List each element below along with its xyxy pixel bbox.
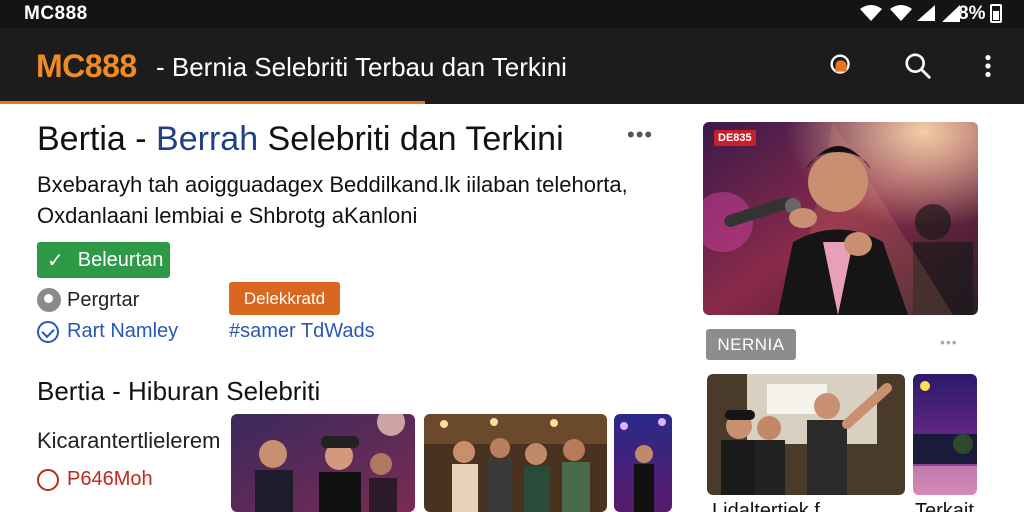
follow-button-label: Beleurtan: [77, 248, 164, 271]
battery-percentage: 8%: [958, 3, 986, 24]
category-tag[interactable]: NERNIA: [706, 329, 796, 360]
thumbnail-crowd[interactable]: [424, 414, 607, 512]
page-title: - Bernia Selebriti Terbau dan Terkini: [156, 52, 567, 82]
thumbnail-night-venue[interactable]: [913, 374, 977, 495]
app-bar: MC888 - Bernia Selebriti Terbau dan Terk…: [0, 28, 1024, 104]
carrier-label: MC888: [24, 3, 88, 24]
verified-name: Rart Namley: [67, 320, 179, 342]
check-icon: ✓: [47, 249, 64, 272]
author-row[interactable]: Pergrtar: [37, 288, 139, 312]
wifi-icon: [860, 4, 882, 22]
section-title: Bertia - Hiburan Selebriti: [37, 376, 321, 406]
live-row[interactable]: P646Moh: [37, 468, 153, 491]
wifi-icon-2: [890, 4, 912, 22]
author-name: Pergrtar: [67, 288, 140, 311]
cell-signal-icon: [915, 4, 937, 22]
live-label: P646Moh: [67, 468, 153, 490]
hero-badge: DE835: [714, 130, 756, 146]
notification-icon[interactable]: [826, 50, 858, 82]
article-more-button[interactable]: •••: [627, 122, 653, 148]
verified-row[interactable]: Rart Namley: [37, 320, 178, 343]
headline-highlight: Berrah: [156, 120, 259, 158]
thumbnail-caption-right: Terkait: [915, 500, 974, 512]
thumbnail-concert-1[interactable]: [231, 414, 415, 512]
section-subtitle: Kicarantertlielerem: [37, 428, 221, 453]
hero-image-singer[interactable]: DE835: [703, 122, 978, 315]
headline-suffix: Selebriti dan Terkini: [258, 120, 564, 158]
article-headline[interactable]: Bertia - Berrah Selebriti dan Terkini: [37, 120, 564, 159]
search-icon[interactable]: [902, 50, 934, 82]
thumbnail-stage[interactable]: [614, 414, 672, 512]
hashtag-link[interactable]: #samer TdWads: [229, 320, 375, 343]
thumbnail-caption-left: Lidaltertiek f: [712, 500, 820, 512]
status-bar: MC888 8%: [0, 0, 1024, 28]
news-app-screen: MC888 8% MC888 - Bernia Selebriti Terbau…: [0, 0, 1024, 512]
article-description-line1: Bxebarayh tah aoigguadagex Beddilkand.lk…: [37, 172, 628, 197]
more-vert-icon[interactable]: [972, 50, 1004, 82]
follow-button[interactable]: ✓ Beleurtan: [37, 242, 170, 278]
thumbnail-group[interactable]: [707, 374, 905, 495]
sidebar-more-button[interactable]: •••: [940, 334, 958, 350]
author-avatar-icon: [37, 288, 61, 312]
active-indicator: [0, 101, 425, 104]
battery-icon: [990, 4, 1002, 23]
verified-check-icon: [37, 320, 59, 343]
live-ring-icon: [37, 468, 59, 491]
category-button[interactable]: Delekkratd: [229, 282, 340, 315]
headline-prefix: Bertia -: [37, 120, 157, 158]
brand-logo[interactable]: MC888: [36, 48, 137, 85]
article-description-line2: Oxdanlaani lembiai e Shbrotg aKanloni: [37, 203, 418, 228]
